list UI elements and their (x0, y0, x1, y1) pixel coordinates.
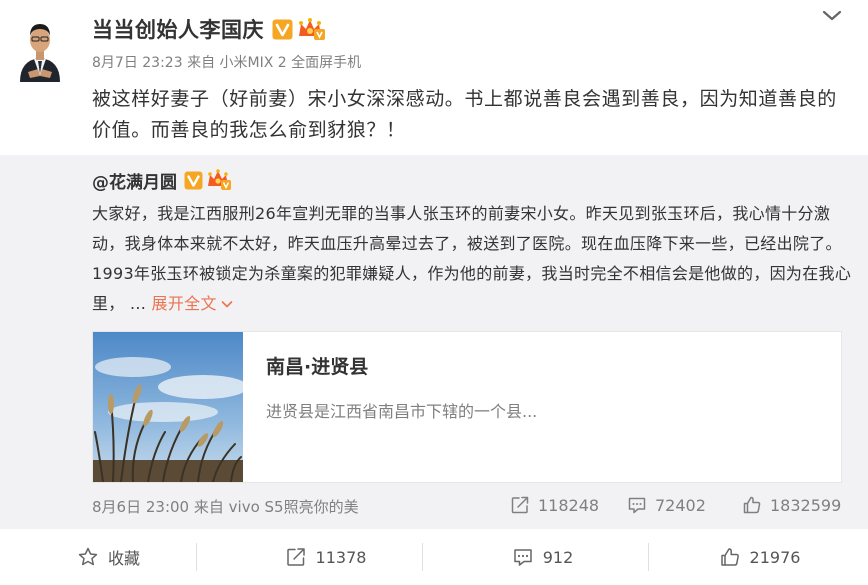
post-from-label: 来自 (187, 55, 216, 71)
repost-comment-count: 72402 (655, 495, 706, 515)
crown-badge-icon[interactable] (296, 17, 326, 41)
crown-badge-icon[interactable] (206, 169, 232, 191)
repost-icon (511, 496, 529, 514)
comment-icon (513, 549, 532, 566)
action-divider (196, 543, 197, 571)
weibo-post: 当当创始人李国庆 8月7日 23:23 来自 小米MIX 2 全面屏手机 被这样 (0, 0, 868, 585)
expand-label: 展开全文 (151, 294, 217, 313)
repost-like-count: 1832599 (770, 495, 842, 515)
like-count: 21976 (749, 547, 801, 567)
repost-comment-button[interactable]: 72402 (627, 494, 706, 516)
repost-icon (286, 548, 305, 566)
location-card-image (93, 332, 243, 482)
repost-author-row: @花满月圆 (92, 167, 232, 193)
repost-from-label: 来自 (193, 498, 224, 516)
verified-v-icon (184, 171, 203, 190)
location-card-description: 进贤县是江西省南昌市下辖的一个县... (266, 402, 538, 421)
favorite-button[interactable]: 收藏 (0, 529, 217, 585)
repost-date[interactable]: 8月6日 23:00 (92, 498, 189, 516)
location-card-title: 南昌·进贤县 (266, 356, 369, 378)
action-bar: 收藏 11378 912 21976 (0, 529, 868, 585)
verified-v-icon (272, 19, 293, 40)
star-icon (78, 547, 98, 566)
favorite-label: 收藏 (107, 549, 140, 568)
author-avatar[interactable] (18, 14, 62, 82)
repost-text: 大家好，我是江西服刑26年宣判无罪的当事人张玉环的前妻宋小女。昨天见到张玉环后，… (92, 199, 852, 319)
post-date[interactable]: 8月7日 23:23 (92, 55, 183, 71)
post-text: 被这样好妻子（好前妻）宋小女深深感动。书上都说善良会遇到善良，因为知道善良的价值… (92, 88, 837, 141)
repost-footer: 8月6日 23:00 来自 vivo S5照亮你的美 118248 72402 … (92, 494, 852, 517)
repost-repost-button[interactable]: 118248 (510, 494, 599, 516)
repost-repost-count: 118248 (538, 495, 600, 515)
post-device[interactable]: 小米MIX 2 全面屏手机 (220, 55, 362, 71)
like-icon (720, 548, 739, 566)
like-button[interactable]: 21976 (651, 529, 868, 585)
repost-device[interactable]: vivo S5照亮你的美 (229, 498, 359, 516)
comment-button[interactable]: 912 (434, 529, 651, 585)
action-divider (648, 543, 649, 571)
repost-author-name[interactable]: @花满月圆 (92, 168, 177, 193)
location-card[interactable]: 南昌·进贤县 进贤县是江西省南昌市下辖的一个县... (92, 331, 842, 483)
repost-count: 11378 (315, 547, 367, 567)
author-name[interactable]: 当当创始人李国庆 (92, 14, 264, 44)
expand-full-text-link[interactable]: 展开全文 (152, 294, 233, 313)
like-icon (743, 496, 761, 514)
action-divider (422, 543, 423, 571)
author-row: 当当创始人李国庆 (92, 14, 326, 44)
repost-meta: 8月6日 23:00 来自 vivo S5照亮你的美 (92, 496, 359, 517)
repost-button[interactable]: 11378 (217, 529, 434, 585)
expand-arrow-icon (221, 301, 233, 308)
comment-count: 912 (542, 547, 574, 567)
chevron-down-icon[interactable] (818, 6, 846, 26)
post-meta: 8月7日 23:23 来自 小米MIX 2 全面屏手机 (92, 52, 361, 72)
comment-icon (628, 497, 646, 514)
repost-like-button[interactable]: 1832599 (742, 494, 841, 516)
reposted-content: @花满月圆 大家好，我是江西服刑26年宣判无罪的当事人张玉环的前妻宋小女。昨天见… (0, 155, 868, 529)
